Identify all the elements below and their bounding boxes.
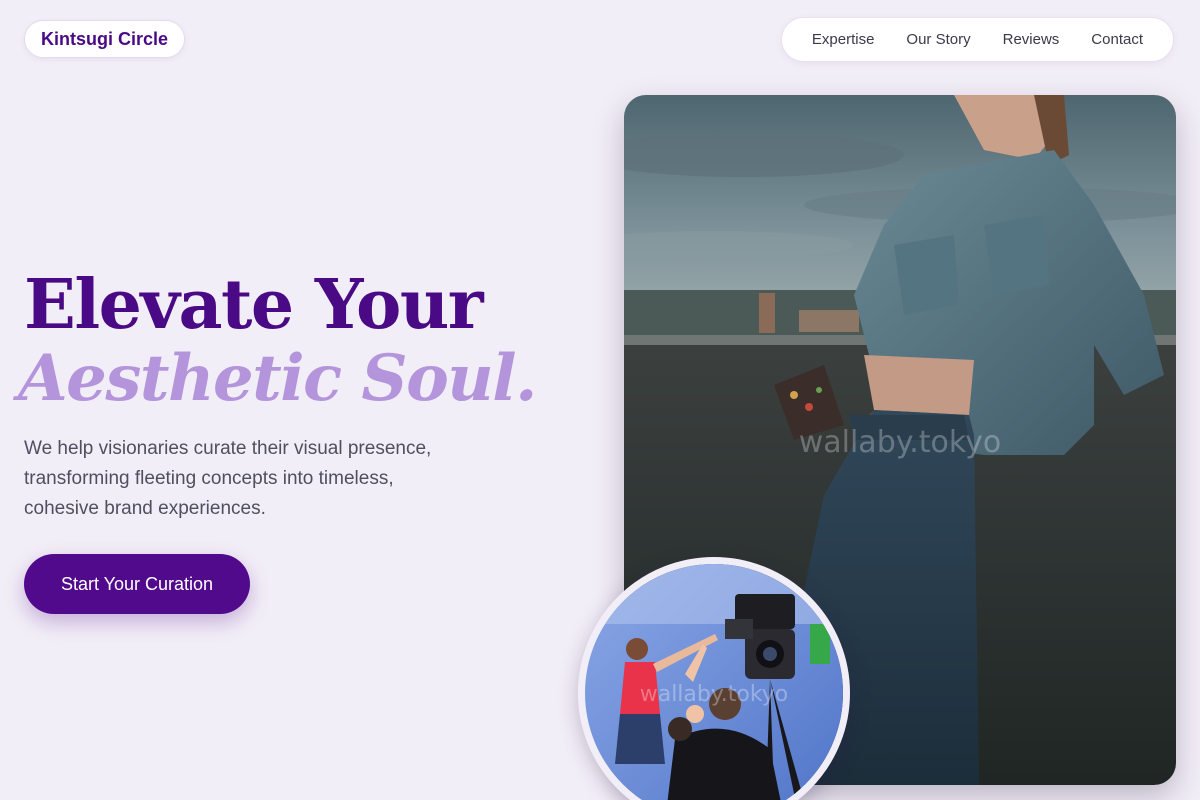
hero-title: Elevate Your Aesthetic Soul. xyxy=(18,262,537,411)
circle-photo-watermark: wallaby.tokyo xyxy=(639,682,789,707)
hero-title-line1: Elevate Your xyxy=(24,265,484,345)
nav-link-contact[interactable]: Contact xyxy=(1075,31,1159,48)
nav-link-reviews[interactable]: Reviews xyxy=(987,31,1076,48)
start-curation-button[interactable]: Start Your Curation xyxy=(24,554,250,614)
brand-name: Kintsugi Circle xyxy=(41,28,169,49)
photo-watermark: wallaby.tokyo xyxy=(798,425,1002,460)
top-nav: Expertise Our Story Reviews Contact xyxy=(780,17,1174,62)
hero-title-line2: Aesthetic Soul. xyxy=(18,341,537,416)
nav-link-our-story[interactable]: Our Story xyxy=(890,31,986,48)
nav-link-expertise[interactable]: Expertise xyxy=(796,31,891,48)
brand-logo[interactable]: Kintsugi Circle xyxy=(24,20,186,58)
hero-subtext: We help visionaries curate their visual … xyxy=(24,438,432,519)
